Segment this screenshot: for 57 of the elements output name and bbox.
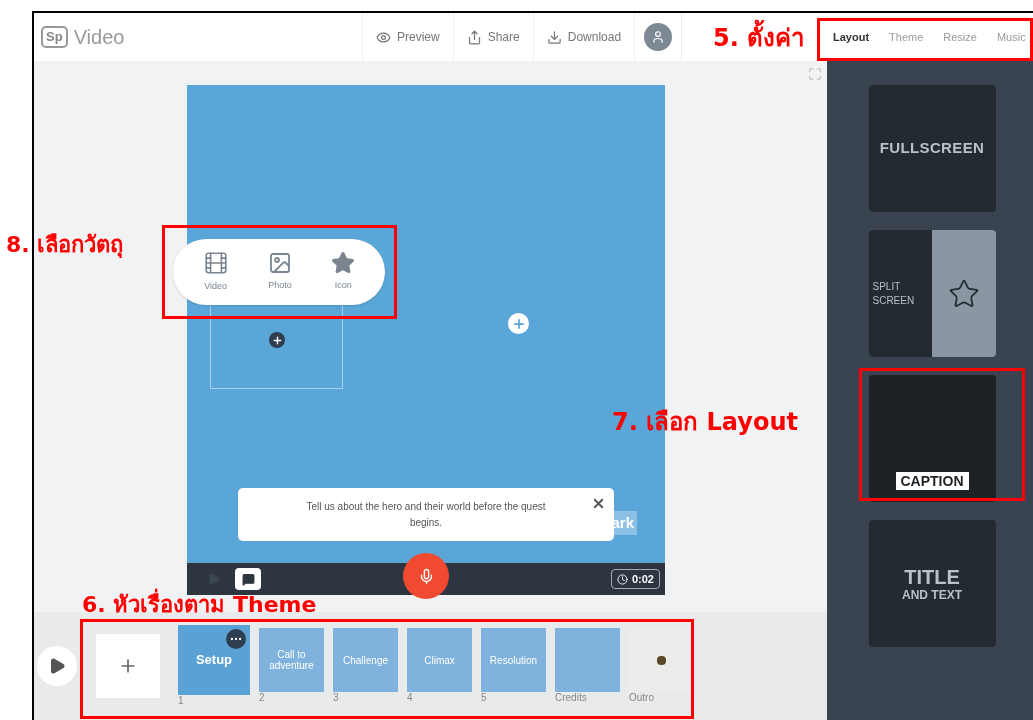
close-icon[interactable] bbox=[591, 496, 606, 511]
insert-option[interactable]: Photo bbox=[268, 251, 292, 293]
slide-number: Outro bbox=[629, 692, 655, 704]
record-button[interactable] bbox=[403, 553, 449, 599]
slide-thumbnail[interactable]: Call to adventure bbox=[259, 628, 324, 692]
plus-icon bbox=[271, 334, 283, 346]
prompt-text: Tell us about the hero and their world before the quest begins. bbox=[305, 499, 547, 530]
annotation-label: 6. หัวเรื่องตาม Theme bbox=[82, 588, 317, 622]
settings-tab[interactable]: Layout bbox=[833, 28, 870, 46]
layout-label: SPLIT SCREEN bbox=[872, 279, 916, 308]
slide-number: Credits bbox=[555, 692, 588, 704]
logo-icon bbox=[657, 655, 666, 665]
insert-option[interactable]: Video bbox=[202, 250, 229, 294]
annotation-label: 5. ตั้งค่า bbox=[713, 20, 805, 56]
play-button[interactable] bbox=[37, 646, 77, 686]
slide-thumbnail[interactable]: Challenge bbox=[333, 628, 398, 692]
star-icon bbox=[331, 251, 356, 276]
slide-number: 4 bbox=[407, 692, 414, 704]
slide-thumbnail[interactable] bbox=[555, 628, 620, 692]
app-title: Video bbox=[73, 25, 125, 50]
layout-subtitle: AND TEXT bbox=[902, 587, 962, 602]
download-icon bbox=[546, 29, 562, 45]
annotation-label: 8. เลือกวัตถุ bbox=[6, 231, 124, 260]
settings-tab[interactable]: Music bbox=[996, 28, 1026, 46]
star-icon bbox=[947, 277, 980, 310]
image-icon bbox=[268, 251, 292, 276]
layout-title: TITLE bbox=[904, 565, 960, 588]
play-icon bbox=[48, 657, 66, 675]
app-logo: Sp bbox=[41, 26, 68, 48]
layout-card[interactable]: TITLE AND TEXT bbox=[868, 520, 996, 647]
insert-option[interactable]: Icon bbox=[331, 251, 356, 293]
add-media-button[interactable] bbox=[269, 332, 285, 348]
film-icon bbox=[202, 250, 229, 277]
settings-tab[interactable]: Theme bbox=[889, 28, 924, 46]
plus-icon bbox=[511, 316, 526, 331]
eye-icon bbox=[376, 29, 391, 45]
caption-label: CAPTION bbox=[895, 472, 969, 490]
share-icon bbox=[466, 29, 482, 45]
slide-thumbnail[interactable]: Resolution bbox=[481, 628, 546, 692]
slide-number: 1 bbox=[178, 695, 185, 707]
layout-card[interactable]: SPLIT SCREEN bbox=[868, 230, 996, 357]
avatar-button[interactable] bbox=[644, 23, 673, 51]
slide-number: 3 bbox=[333, 692, 340, 704]
settings-tab[interactable]: Resize bbox=[943, 28, 977, 46]
slide-thumbnail[interactable]: Setup bbox=[178, 625, 250, 695]
slide-thumbnail[interactable] bbox=[629, 628, 694, 692]
duration-badge: 0:02 bbox=[610, 569, 660, 589]
layout-card[interactable]: CAPTION bbox=[868, 375, 996, 502]
caption-toggle-button[interactable] bbox=[235, 568, 261, 590]
slide-thumbnail[interactable]: Climax bbox=[407, 628, 472, 692]
user-icon bbox=[651, 30, 666, 44]
more-button[interactable] bbox=[226, 629, 246, 649]
speech-bubble-icon bbox=[241, 572, 255, 586]
slide-number: 2 bbox=[259, 692, 266, 704]
layout-card[interactable]: FULLSCREEN bbox=[868, 85, 996, 212]
add-button[interactable] bbox=[508, 313, 529, 334]
slide-number: 5 bbox=[481, 692, 488, 704]
